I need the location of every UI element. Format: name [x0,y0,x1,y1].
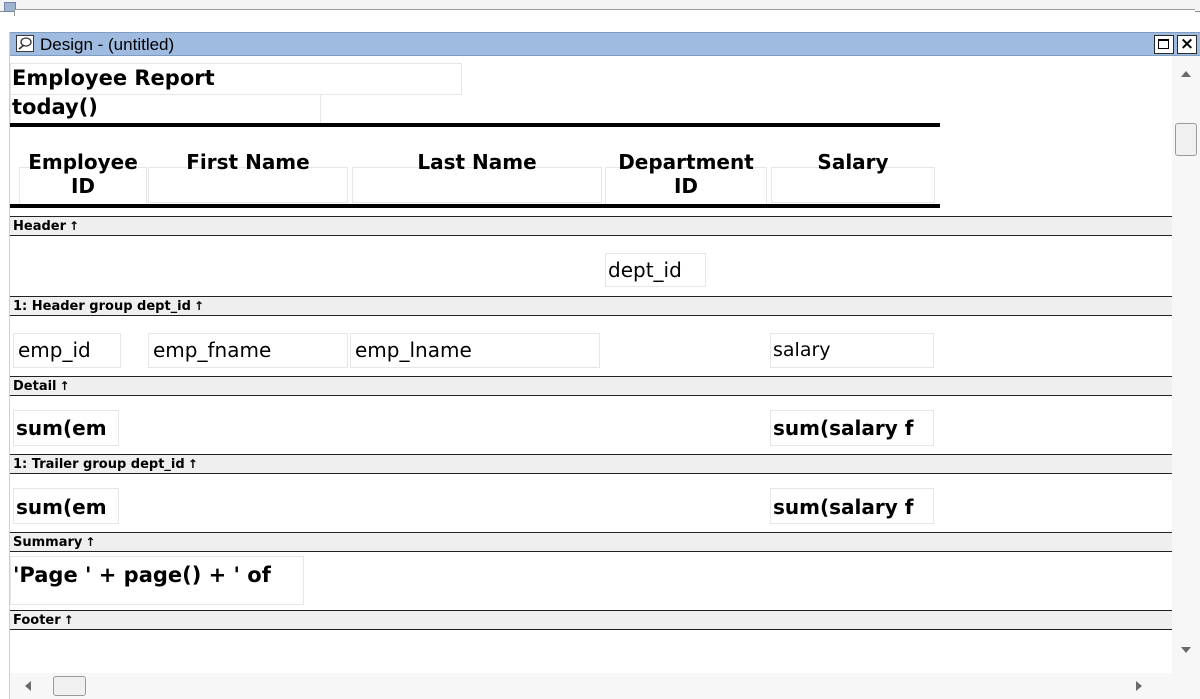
col-header-department-id-line1: Department [618,150,754,174]
footer-page-expression[interactable]: 'Page ' + page() + ' of [10,560,304,590]
col-header-last-name[interactable]: Last Name [352,150,602,174]
window-title: Design - (untitled) [40,35,175,54]
close-button[interactable]: × [1177,35,1197,54]
col-header-employee-id-line2: ID [70,174,96,198]
header-rule-bottom [10,204,940,208]
col-header-salary[interactable]: Salary [771,150,935,174]
col-header-employee-id[interactable]: Employee ID [19,150,147,198]
vertical-scroll-thumb[interactable] [1175,123,1197,156]
band-resize-arrow-icon[interactable]: ↑ [194,299,204,313]
col-header-first-name[interactable]: First Name [148,150,348,174]
col-header-department-id[interactable]: Department ID [605,150,767,198]
field-emp-lname[interactable]: emp_lname [352,335,472,365]
band-footer-label: Footer [13,613,61,628]
band-resize-arrow-icon[interactable]: ↑ [188,457,198,471]
band-detail-label: Detail [13,379,57,394]
band-detail[interactable]: Detail ↑ [10,376,1172,396]
band-resize-arrow-icon[interactable]: ↑ [85,535,95,549]
report-title[interactable]: Employee Report [12,66,215,90]
maximize-button[interactable] [1154,35,1174,54]
vertical-scrollbar[interactable] [1172,56,1200,673]
horizontal-scrollbar[interactable] [10,673,1172,699]
horizontal-scroll-thumb[interactable] [53,676,86,696]
band-header-label: Header [13,219,67,234]
band-group-trailer-label: 1: Trailer group dept_id [13,457,185,472]
header-rule-top [10,123,940,127]
col-header-employee-id-line1: Employee [28,150,138,174]
band-group-header[interactable]: 1: Header group dept_id ↑ [10,296,1172,316]
band-summary-label: Summary [13,535,83,550]
band-resize-arrow-icon[interactable]: ↑ [69,219,79,233]
design-window-icon[interactable] [16,35,34,52]
left-frame-edge [0,32,10,699]
report-date-expression[interactable]: today() [12,94,98,120]
band-resize-arrow-icon[interactable]: ↑ [64,613,74,627]
inner-frame-edge [14,9,1195,16]
scrollbar-corner [1172,673,1200,699]
scroll-down-icon[interactable] [1181,647,1191,653]
band-header[interactable]: Header ↑ [10,216,1172,236]
design-window-titlebar[interactable]: Design - (untitled) × [10,32,1200,56]
summary-sum-emp-id[interactable]: sum(em [13,492,119,522]
field-dept-id[interactable]: dept_id [605,255,682,285]
band-resize-arrow-icon[interactable]: ↑ [60,379,70,393]
band-summary[interactable]: Summary ↑ [10,532,1172,552]
col-header-department-id-line2: ID [673,174,699,198]
scroll-right-icon[interactable] [1136,681,1142,691]
trailer-sum-emp-id[interactable]: sum(em [13,413,119,443]
scroll-up-icon[interactable] [1181,71,1191,77]
field-emp-fname[interactable]: emp_fname [150,335,271,365]
summary-sum-salary[interactable]: sum(salary f [770,492,934,522]
field-emp-id[interactable]: emp_id [15,335,91,365]
report-design-canvas[interactable]: Employee Report today() Employee ID Firs… [10,56,1172,673]
mdi-top-strip [0,0,1200,32]
scroll-left-icon[interactable] [25,681,31,691]
band-footer[interactable]: Footer ↑ [10,610,1172,630]
trailer-sum-salary[interactable]: sum(salary f [770,413,934,443]
field-salary[interactable]: salary [770,335,831,365]
band-group-trailer[interactable]: 1: Trailer group dept_id ↑ [10,454,1172,474]
band-group-header-label: 1: Header group dept_id [13,299,191,314]
